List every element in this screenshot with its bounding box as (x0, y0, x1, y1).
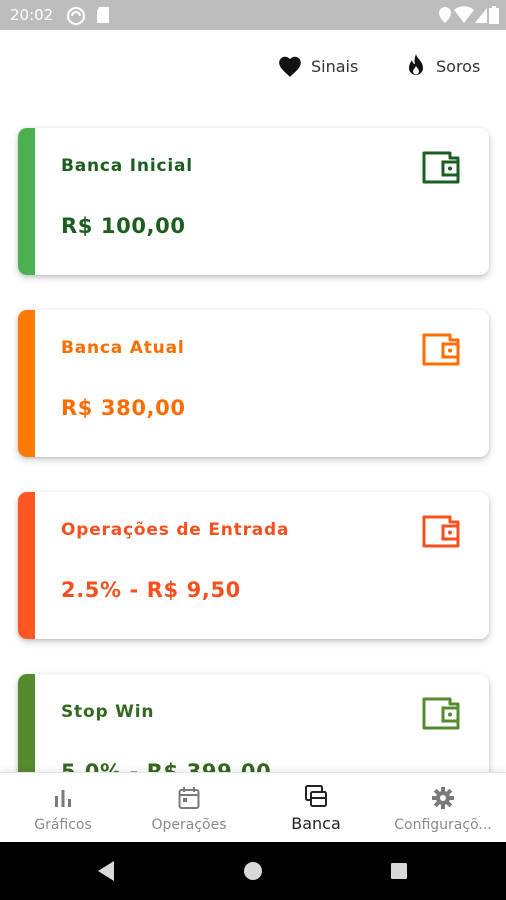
nav-label: Banca (291, 814, 341, 833)
nav-item-graficos[interactable]: Gráficos (0, 773, 126, 843)
nav-label: Operações (151, 817, 227, 833)
nav-label: Configuraçõ... (394, 817, 492, 833)
card-value: 2.5% - R$ 9,50 (61, 578, 241, 602)
card-accent-bar (18, 492, 35, 639)
sd-card-icon (97, 7, 109, 23)
card-title: Stop Win (61, 702, 155, 722)
wallet-icon (422, 333, 460, 366)
nav-label: Gráficos (34, 817, 92, 833)
wifi-icon (454, 6, 474, 23)
home-circle-icon (244, 862, 262, 880)
card-title: Banca Inicial (61, 156, 193, 176)
soros-label: Soros (436, 56, 481, 76)
card-value: R$ 100,00 (61, 214, 186, 238)
wallet-icon (422, 151, 460, 184)
card-accent-bar (18, 128, 35, 275)
card-title: Operações de Entrada (61, 520, 290, 540)
wallet-icon (422, 697, 460, 730)
calendar-icon (178, 787, 200, 809)
card-banca-inicial[interactable]: Banca Inicial R$ 100,00 (18, 128, 489, 275)
card-accent-bar (18, 310, 35, 457)
nav-item-banca[interactable]: Banca (253, 773, 379, 843)
status-bar: 20:02 (0, 0, 506, 30)
sync-icon (67, 7, 85, 25)
nav-item-configuracoes[interactable]: Configuraçõ... (380, 773, 506, 843)
location-icon (439, 7, 451, 23)
heart-icon (279, 56, 301, 77)
bar-chart-icon (55, 790, 71, 807)
nav-item-operacoes[interactable]: Operações (126, 773, 252, 843)
recents-button[interactable] (369, 842, 429, 900)
signal-icon (475, 8, 487, 23)
sinais-label: Sinais (311, 56, 359, 76)
soros-button[interactable]: Soros (404, 52, 480, 80)
gear-icon (432, 787, 454, 809)
back-button[interactable] (76, 842, 136, 900)
home-button[interactable] (223, 842, 283, 900)
wallet-layers-icon (305, 785, 327, 807)
card-operacoes-de-entrada[interactable]: Operações de Entrada 2.5% - R$ 9,50 (18, 492, 489, 639)
card-banca-atual[interactable]: Banca Atual R$ 380,00 (18, 310, 489, 457)
status-time: 20:02 (10, 6, 54, 24)
recents-square-icon (391, 863, 407, 879)
flame-icon (409, 54, 423, 75)
system-navigation-bar (0, 842, 506, 900)
back-triangle-icon (98, 861, 114, 881)
wallet-icon (422, 515, 460, 548)
sinais-button[interactable]: Sinais (277, 52, 358, 80)
card-value: R$ 380,00 (61, 396, 186, 420)
battery-icon (489, 6, 499, 24)
bottom-navigation: Gráficos Operações Banca Configuraçõ... (0, 772, 506, 843)
card-title: Banca Atual (61, 338, 185, 358)
